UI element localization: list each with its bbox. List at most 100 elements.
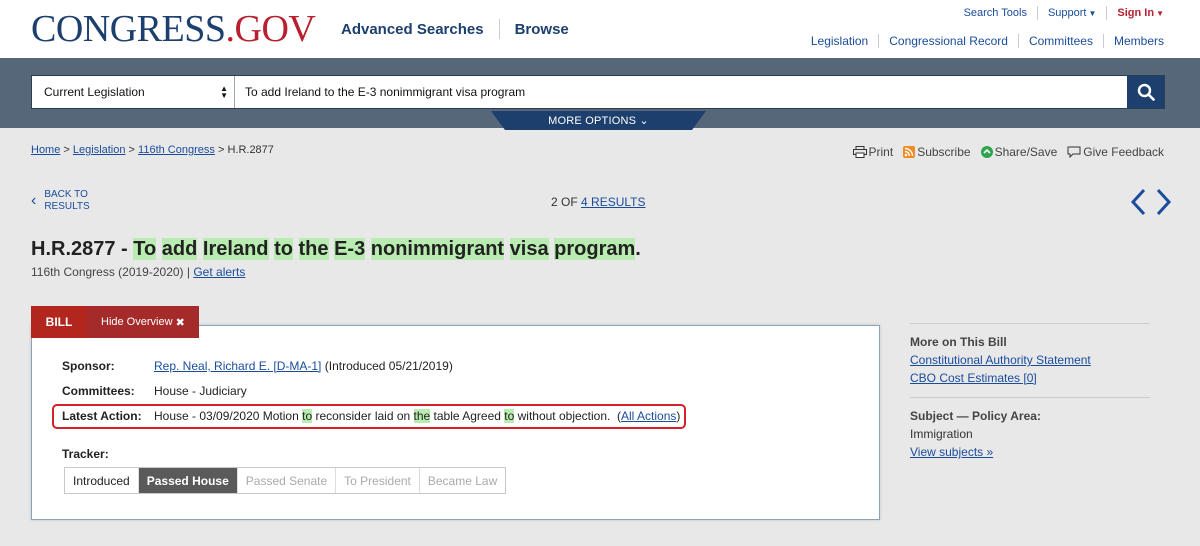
- results-position: 2 OF 4 RESULTS: [551, 195, 645, 209]
- tracker-step-became-law: Became Law: [418, 468, 505, 493]
- search-icon: [1137, 83, 1155, 101]
- tracker-step-passed-house: Passed House: [137, 468, 237, 493]
- latest-action-row: Latest Action: House - 03/09/2020 Motion…: [62, 409, 680, 423]
- policy-area-heading: Subject — Policy Area:: [910, 409, 1041, 423]
- search-button[interactable]: [1127, 76, 1164, 108]
- result-pager: [1130, 188, 1172, 216]
- subscribe-label: Subscribe: [917, 145, 971, 159]
- secondary-nav: Legislation Congressional Record Committ…: [811, 34, 1164, 48]
- title-word: visa: [509, 238, 549, 260]
- logo-gov-text: .GOV: [225, 8, 316, 50]
- congress-session: 116th Congress (2019-2020): [31, 265, 184, 279]
- site-header: CONGRESS.GOV Advanced Searches Browse Se…: [0, 0, 1200, 58]
- back-label: BACK TO RESULTS: [44, 189, 89, 213]
- share-icon: [980, 146, 993, 158]
- rss-icon: [903, 146, 916, 158]
- chevron-down-icon: ⌄: [639, 115, 649, 127]
- policy-area-value: Immigration: [910, 427, 973, 441]
- constitutional-authority-link[interactable]: Constitutional Authority Statement: [910, 353, 1150, 367]
- breadcrumb-legislation[interactable]: Legislation: [73, 144, 126, 156]
- hide-overview-button[interactable]: Hide Overview ✖: [87, 306, 199, 338]
- nav-legislation[interactable]: Legislation: [811, 34, 868, 48]
- all-actions-link[interactable]: All Actions: [621, 409, 676, 423]
- share-save-button[interactable]: Share/Save: [980, 145, 1057, 159]
- highlighted-word: the: [413, 409, 431, 423]
- utility-divider: [1106, 6, 1108, 20]
- select-arrows-icon: ▲ ▼: [220, 84, 228, 100]
- tracker-step-passed-senate: Passed Senate: [236, 468, 335, 493]
- next-result-arrow-icon[interactable]: [1156, 188, 1172, 216]
- breadcrumb-congress[interactable]: 116th Congress: [138, 144, 215, 156]
- title-word: to: [274, 238, 293, 260]
- caret-down-icon: ▼: [1156, 9, 1164, 18]
- highlighted-word: to: [302, 409, 313, 423]
- title-word: To: [133, 238, 157, 260]
- sign-in-label: Sign In: [1117, 7, 1155, 19]
- utility-divider: [1036, 6, 1038, 20]
- bill-overview-panel: Sponsor: Rep. Neal, Richard E. [D-MA-1] …: [31, 325, 880, 520]
- chevron-left-icon: ‹: [31, 192, 37, 209]
- get-alerts-link[interactable]: Get alerts: [193, 265, 245, 279]
- title-word: E-3: [334, 238, 366, 260]
- main-nav: Advanced Searches Browse: [341, 19, 569, 39]
- secnav-divider: [1017, 34, 1019, 48]
- print-label: Print: [868, 145, 894, 159]
- title-word: add: [161, 238, 198, 260]
- search-input[interactable]: To add Ireland to the E-3 nonimmigrant v…: [235, 76, 1127, 108]
- nav-advanced-searches[interactable]: Advanced Searches: [341, 21, 484, 38]
- utility-nav: Search Tools Support ▼ Sign In ▼: [964, 6, 1164, 20]
- committees-value: House - Judiciary: [154, 384, 247, 398]
- sign-in-menu[interactable]: Sign In ▼: [1117, 7, 1164, 19]
- tracker-label: Tracker:: [62, 447, 109, 461]
- bill-title: H.R.2877 - To add Ireland to the E-3 non…: [31, 238, 641, 260]
- nav-browse[interactable]: Browse: [515, 21, 569, 38]
- back-to-results-link[interactable]: ‹ BACK TO RESULTS: [31, 189, 90, 213]
- search-tools-link[interactable]: Search Tools: [964, 7, 1027, 19]
- committees-label: Committees:: [62, 384, 135, 398]
- more-options-label: MORE OPTIONS: [548, 114, 637, 127]
- breadcrumb-current: H.R.2877: [227, 144, 274, 156]
- close-icon: ✖: [175, 316, 185, 329]
- all-results-link[interactable]: 4 RESULTS: [581, 195, 645, 209]
- sidebar-divider: [910, 323, 1150, 324]
- nav-congressional-record[interactable]: Congressional Record: [889, 34, 1008, 48]
- nav-members[interactable]: Members: [1114, 34, 1164, 48]
- back-line-2: RESULTS: [44, 201, 90, 212]
- secnav-divider: [1102, 34, 1104, 48]
- more-options-toggle[interactable]: MORE OPTIONS ⌄: [491, 111, 706, 130]
- support-label: Support: [1047, 7, 1087, 19]
- breadcrumb-home[interactable]: Home: [31, 144, 60, 156]
- sponsor-introduced: (Introduced 05/21/2019): [324, 359, 453, 373]
- bill-congress: 116th Congress (2019-2020) | Get alerts: [31, 265, 246, 279]
- cbo-cost-estimates-link[interactable]: CBO Cost Estimates [0]: [910, 371, 1150, 385]
- latest-action-text: reconsider laid on: [312, 409, 414, 423]
- previous-result-arrow-icon[interactable]: [1130, 188, 1146, 216]
- latest-action-label: Latest Action:: [62, 409, 142, 423]
- committees-row: Committees: House - Judiciary: [62, 384, 247, 398]
- support-menu[interactable]: Support ▼: [1048, 7, 1096, 19]
- sponsor-link[interactable]: Rep. Neal, Richard E. [D-MA-1]: [154, 359, 321, 373]
- search-scope-value: Current Legislation: [44, 85, 145, 99]
- logo-text: CONGRESS: [31, 8, 226, 50]
- title-word: program: [554, 238, 636, 260]
- printer-icon: [852, 146, 867, 158]
- title-word: nonimmigrant: [370, 238, 505, 260]
- sidebar-divider: [910, 397, 1150, 398]
- nav-committees[interactable]: Committees: [1029, 34, 1093, 48]
- view-subjects-link[interactable]: View subjects »: [910, 445, 1150, 459]
- give-feedback-button[interactable]: Give Feedback: [1067, 145, 1164, 159]
- tab-bill[interactable]: BILL: [31, 306, 87, 338]
- subscribe-button[interactable]: Subscribe: [903, 145, 971, 159]
- congress-gov-logo[interactable]: CONGRESS.GOV: [31, 8, 316, 50]
- results-position-text: 2 OF: [551, 195, 582, 209]
- tracker-step-to-president: To President: [335, 468, 419, 493]
- back-line-1: BACK TO: [44, 189, 88, 200]
- print-button[interactable]: Print: [852, 145, 894, 159]
- bill-sidebar: More on This Bill Constitutional Authori…: [910, 323, 1150, 463]
- highlighted-word: to: [504, 409, 515, 423]
- search-scope-select[interactable]: Current Legislation ▲ ▼: [32, 76, 235, 108]
- bill-number: H.R.2877: [31, 238, 116, 260]
- secnav-divider: [878, 34, 880, 48]
- tracker-step-introduced: Introduced: [73, 473, 130, 488]
- latest-action-text: ): [676, 409, 681, 423]
